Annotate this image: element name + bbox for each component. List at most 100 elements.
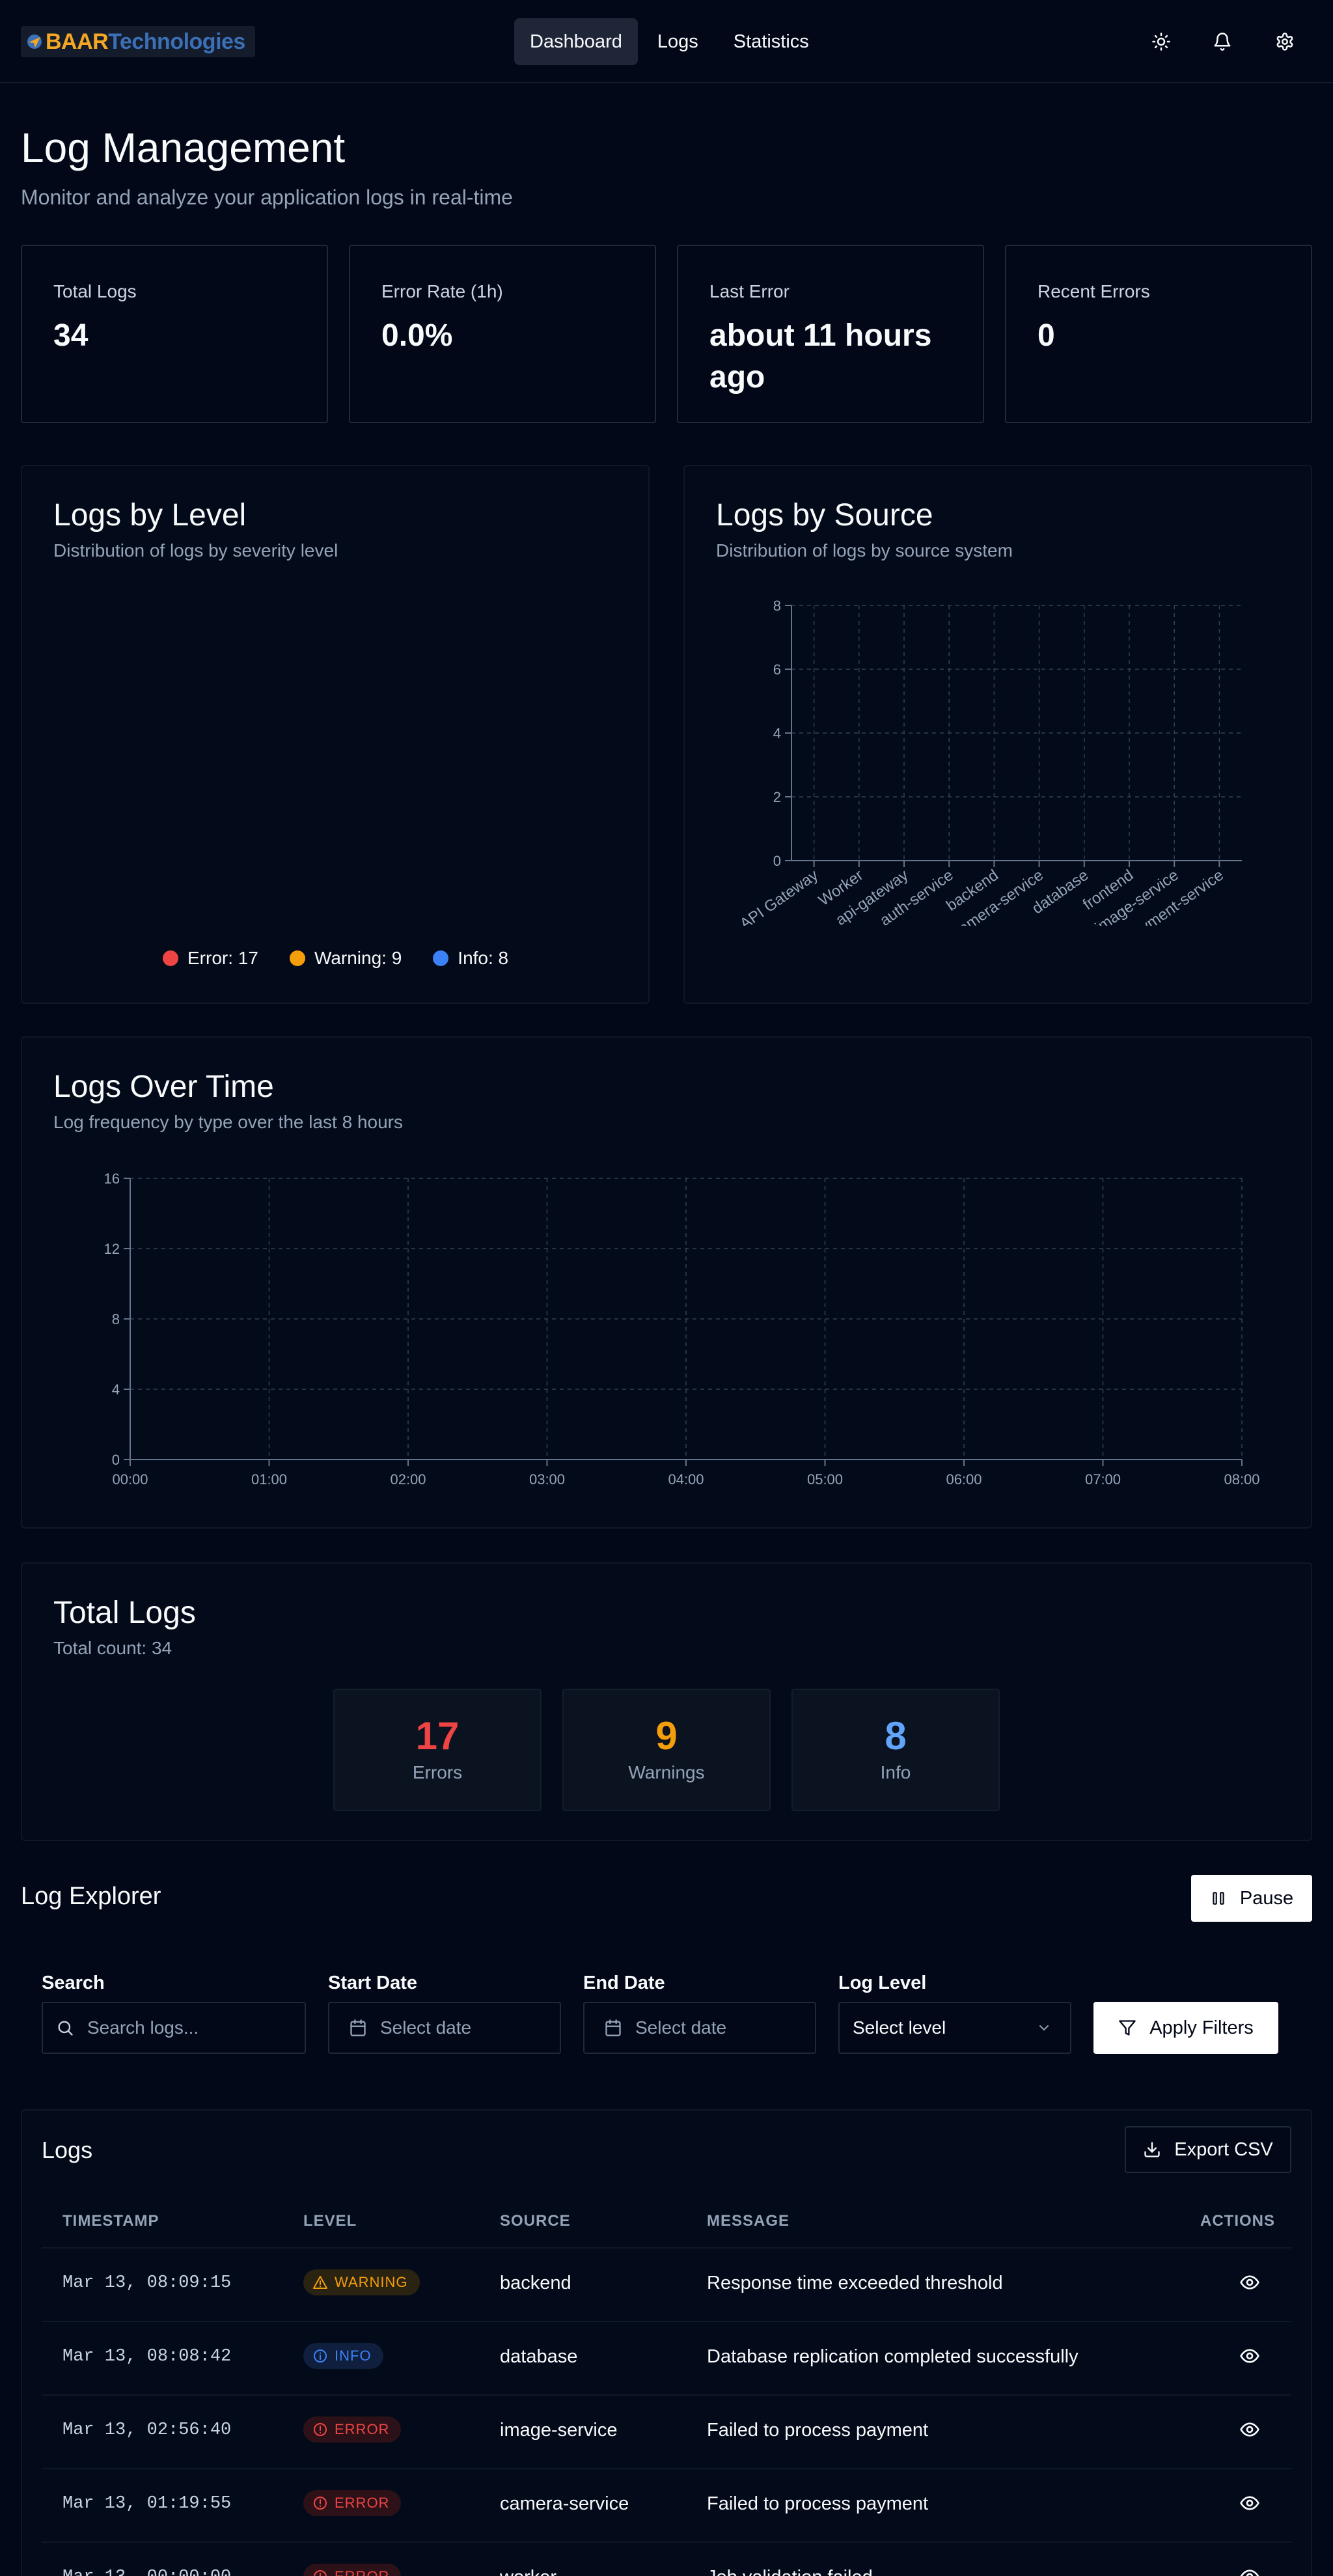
stat-value: 0.0% (381, 318, 453, 353)
x-tick-label: 04:00 (668, 1471, 704, 1488)
view-log-icon[interactable] (1237, 2417, 1263, 2443)
y-tick-label: 4 (112, 1381, 120, 1398)
cell-message: Job validation failed (707, 2567, 873, 2576)
nav-link-statistics[interactable]: Statistics (718, 18, 825, 65)
cell-source: camera-service (500, 2493, 629, 2514)
stat-card-total-logs: Total Logs 34 (21, 245, 328, 423)
log-explorer-title: Log Explorer (21, 1883, 161, 1910)
view-log-icon[interactable] (1237, 2343, 1263, 2369)
table-divider (42, 2247, 1291, 2249)
x-tick-label: 08:00 (1224, 1471, 1259, 1488)
view-log-icon[interactable] (1237, 2564, 1263, 2576)
x-tick-label: 07:00 (1085, 1471, 1121, 1488)
total-errors-label: Errors (412, 1762, 463, 1782)
export-csv-label: Export CSV (1174, 2139, 1273, 2160)
chevron-down-icon (1039, 2025, 1049, 2031)
download-icon (1144, 2142, 1160, 2157)
y-tick-label: 8 (773, 598, 781, 614)
table-row-divider (42, 2468, 1291, 2469)
column-header-timestamp[interactable]: TIMESTAMP (62, 2212, 159, 2230)
level-badge-label: ERROR (335, 2495, 390, 2511)
level-legend: Error: 17 Warning: 9 Info: 8 (163, 948, 508, 969)
apply-filters-button[interactable]: Apply Filters (1093, 2002, 1278, 2054)
start-date-placeholder: Select date (380, 2017, 472, 2038)
total-warnings-label: Warnings (628, 1762, 705, 1782)
stat-card-last-error: Last Error about 11 hours ago (677, 245, 984, 423)
total-info-label: Info (880, 1762, 911, 1782)
cell-timestamp: Mar 13, 08:08:42 (62, 2347, 232, 2366)
level-badge-label: ERROR (335, 2568, 389, 2576)
end-date-picker[interactable]: Select date (583, 2002, 816, 2054)
panel-title: Total Logs (53, 1596, 196, 1630)
y-tick-label: 2 (773, 789, 781, 805)
level-badge-label: INFO (335, 2347, 372, 2364)
bell-icon[interactable] (1207, 26, 1238, 57)
warning-triangle-icon (312, 2275, 328, 2290)
gear-icon[interactable] (1269, 26, 1300, 57)
error-circle-icon (312, 2569, 328, 2576)
y-tick-label: 0 (773, 853, 781, 869)
start-date-label: Start Date (328, 1973, 417, 1993)
log-level-select[interactable]: Select level (838, 2002, 1071, 2054)
nav-link-logs[interactable]: Logs (642, 18, 714, 65)
legend-dot (433, 950, 449, 966)
stat-card-recent-errors: Recent Errors 0 (1005, 245, 1312, 423)
legend-item-info[interactable]: Info: 8 (433, 948, 508, 969)
stat-label: Error Rate (1h) (381, 281, 503, 301)
page-title: Log Management (21, 124, 346, 171)
x-tick-label: 03:00 (529, 1471, 565, 1488)
search-input[interactable]: Search logs... (42, 2002, 306, 2054)
view-log-icon[interactable] (1237, 2269, 1263, 2295)
calendar-icon (605, 2019, 621, 2036)
legend-dot (289, 950, 305, 966)
legend-dot (163, 950, 178, 966)
view-log-icon[interactable] (1237, 2490, 1263, 2516)
cell-message: Failed to process payment (707, 2420, 929, 2441)
x-tick-label: API Gateway (737, 866, 821, 926)
pause-label: Pause (1239, 1887, 1294, 1909)
y-tick-label: 6 (773, 661, 781, 678)
end-date-placeholder: Select date (635, 2017, 727, 2038)
brand-logo[interactable]: BAAR Technologies (21, 26, 255, 57)
column-header-level[interactable]: LEVEL (303, 2212, 357, 2230)
column-header-source[interactable]: SOURCE (500, 2212, 571, 2230)
page-subtitle: Monitor and analyze your application log… (21, 186, 513, 209)
legend-label: Info: 8 (458, 948, 509, 968)
calendar-icon (350, 2019, 366, 2036)
level-badge: ERROR (303, 2417, 402, 2443)
start-date-picker[interactable]: Select date (328, 2002, 561, 2054)
logo-mark-icon (27, 35, 42, 49)
end-date-label: End Date (583, 1973, 665, 1993)
logs-table-title: Logs (42, 2137, 93, 2163)
cell-source: database (500, 2346, 578, 2367)
sun-icon[interactable] (1146, 26, 1177, 57)
legend-label: Error: 17 (187, 948, 258, 968)
stat-label: Recent Errors (1038, 281, 1150, 301)
logs-by-level-panel: Logs by Level Distribution of logs by se… (21, 465, 650, 1004)
main-nav: Dashboard Logs Statistics (514, 18, 825, 65)
y-tick-label: 8 (112, 1311, 120, 1327)
y-tick-label: 4 (773, 725, 781, 741)
column-header-actions: ACTIONS (1200, 2212, 1275, 2230)
pause-icon (1213, 1892, 1224, 1905)
cell-message: Database replication completed successfu… (707, 2346, 1079, 2367)
legend-item-error[interactable]: Error: 17 (163, 948, 258, 969)
cell-timestamp: Mar 13, 00:00:00 (62, 2568, 231, 2576)
stat-value: 0 (1038, 318, 1055, 353)
pause-button[interactable]: Pause (1191, 1875, 1312, 1922)
table-row-divider (42, 2394, 1291, 2396)
stat-value: about 11 hours ago (709, 318, 932, 395)
error-circle-icon (312, 2422, 328, 2437)
y-tick-label: 12 (104, 1241, 120, 1257)
logs-by-source-chart: 02468API GatewayWorkerapi-gatewayauth-se… (737, 598, 1242, 926)
nav-link-dashboard[interactable]: Dashboard (514, 18, 638, 65)
export-csv-button[interactable]: Export CSV (1125, 2126, 1291, 2173)
cell-message: Failed to process payment (707, 2493, 929, 2514)
search-placeholder: Search logs... (87, 2017, 199, 2038)
column-header-message[interactable]: MESSAGE (707, 2212, 790, 2230)
level-badge: ERROR (303, 2564, 402, 2576)
y-tick-label: 0 (112, 1452, 120, 1468)
stat-card-error-rate: Error Rate (1h) 0.0% (349, 245, 656, 423)
legend-item-warning[interactable]: Warning: 9 (289, 948, 402, 969)
log-level-value: Select level (853, 2017, 946, 2038)
